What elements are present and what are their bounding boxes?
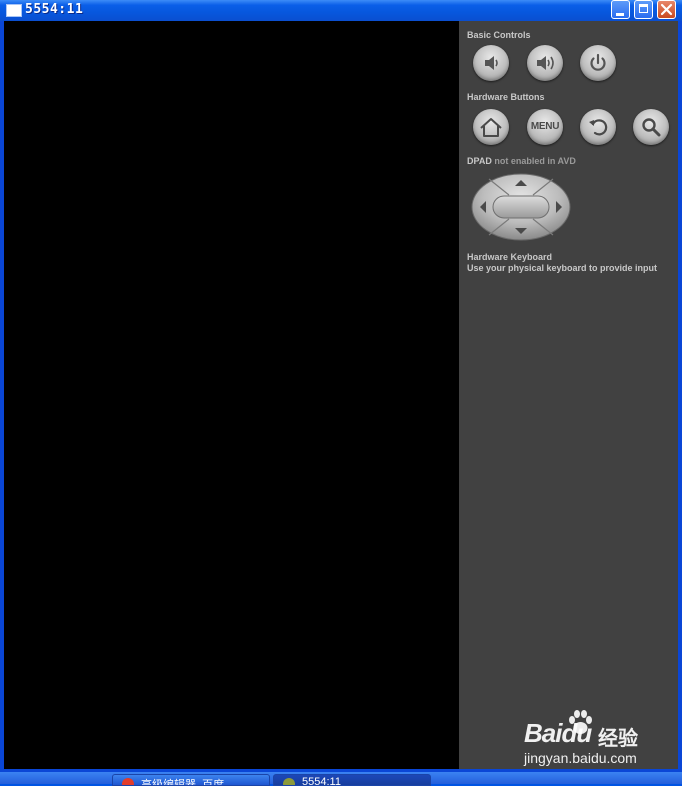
title-bar[interactable]: 5554:11 — [0, 0, 682, 21]
search-icon — [642, 118, 661, 137]
menu-button[interactable]: MENU — [527, 109, 563, 145]
taskbar-item-label: 5554:11 — [302, 776, 341, 786]
emulator-icon — [283, 778, 295, 785]
hardware-buttons-label: Hardware Buttons — [467, 92, 545, 102]
home-icon — [480, 118, 502, 137]
close-icon — [660, 3, 673, 16]
menu-button-label: MENU — [530, 121, 560, 132]
baidu-watermark: Baidu 经验 jingyan.baidu.com — [522, 710, 672, 770]
watermark-chinese: 经验 — [598, 728, 638, 750]
volume-up-button[interactable] — [527, 45, 563, 81]
watermark-url: jingyan.baidu.com — [524, 750, 637, 766]
power-icon — [590, 53, 606, 71]
volume-down-button[interactable] — [473, 45, 509, 81]
browser-icon — [122, 778, 134, 785]
minimize-button[interactable] — [611, 0, 630, 19]
back-button[interactable] — [580, 109, 616, 145]
hardware-keyboard-title: Hardware Keyboard — [467, 252, 553, 262]
emulator-window: 5554:11 Basic Controls Hardware Buttons … — [0, 0, 682, 772]
dpad[interactable] — [471, 173, 571, 241]
dpad-title: DPAD — [467, 156, 492, 166]
taskbar-item-label: 高级编辑器_百度 — [141, 779, 225, 786]
dpad-graphic — [471, 173, 571, 241]
dpad-label: DPAD not enabled in AVD — [467, 156, 576, 166]
taskbar-item-emulator[interactable]: 5554:11 — [273, 774, 431, 786]
taskbar: 高级编辑器_百度 5554:11 — [0, 772, 682, 786]
taskbar-item-editor[interactable]: 高级编辑器_百度 — [112, 774, 270, 786]
power-button[interactable] — [580, 45, 616, 81]
basic-controls-label: Basic Controls — [467, 30, 531, 40]
window-title: 5554:11 — [25, 2, 84, 17]
back-arrow-icon — [589, 119, 608, 136]
maximize-button[interactable] — [634, 0, 653, 19]
window-app-icon — [6, 4, 22, 17]
volume-up-icon — [537, 56, 554, 70]
hardware-keyboard-desc: Use your physical keyboard to provide in… — [467, 263, 658, 273]
emulator-screen[interactable] — [4, 21, 459, 769]
close-button[interactable] — [657, 0, 676, 19]
home-button[interactable] — [473, 109, 509, 145]
search-button[interactable] — [633, 109, 669, 145]
watermark-brand: Baidu — [524, 718, 592, 748]
dpad-status: not enabled in AVD — [491, 156, 576, 166]
volume-down-icon — [485, 56, 498, 70]
controls-panel: Basic Controls Hardware Buttons MENU DPA… — [459, 21, 678, 769]
